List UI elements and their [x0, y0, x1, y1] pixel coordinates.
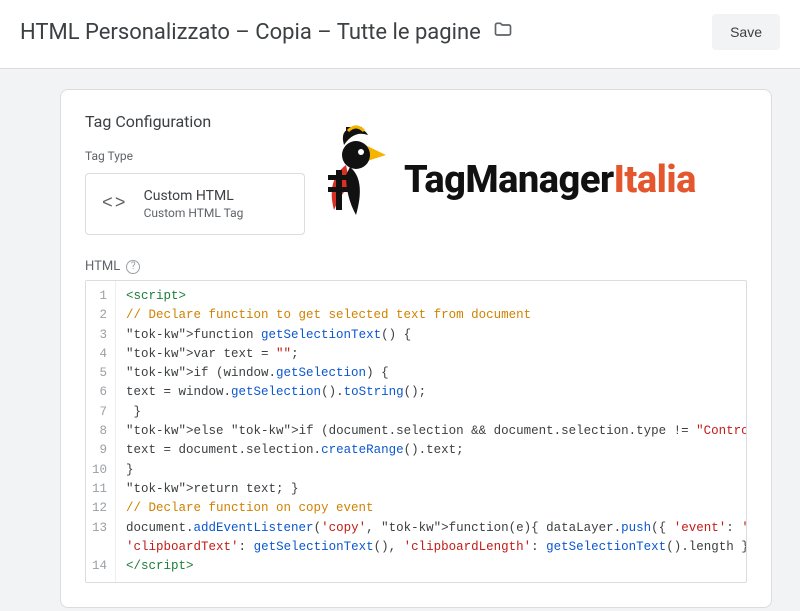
- tag-type-subtitle: Custom HTML Tag: [144, 206, 244, 220]
- tag-type-selector[interactable]: <> Custom HTML Custom HTML Tag: [85, 173, 305, 235]
- code-brackets-icon: <>: [102, 194, 128, 214]
- tag-configuration-card: Tag Configuration Tag Type <> Custom HTM…: [60, 89, 772, 608]
- logo-overlay: TagManagerItalia: [306, 120, 756, 240]
- code-gutter: 1234567891011121314: [86, 281, 116, 582]
- page-title: HTML Personalizzato – Copia – Tutte le p…: [20, 20, 481, 45]
- woodpecker-icon: [306, 125, 396, 235]
- tag-type-name: Custom HTML: [144, 188, 244, 204]
- help-icon[interactable]: ?: [126, 260, 140, 274]
- html-code-editor[interactable]: 1234567891011121314 <script>// Declare f…: [85, 280, 747, 583]
- card-title: Tag Configuration: [85, 112, 747, 131]
- html-field-label: HTML: [85, 259, 120, 274]
- logo-text: TagManagerItalia: [404, 158, 696, 202]
- folder-icon[interactable]: [493, 20, 513, 44]
- save-button[interactable]: Save: [712, 14, 780, 50]
- code-content[interactable]: <script>// Declare function to get selec…: [116, 281, 746, 582]
- tag-type-label: Tag Type: [85, 149, 747, 163]
